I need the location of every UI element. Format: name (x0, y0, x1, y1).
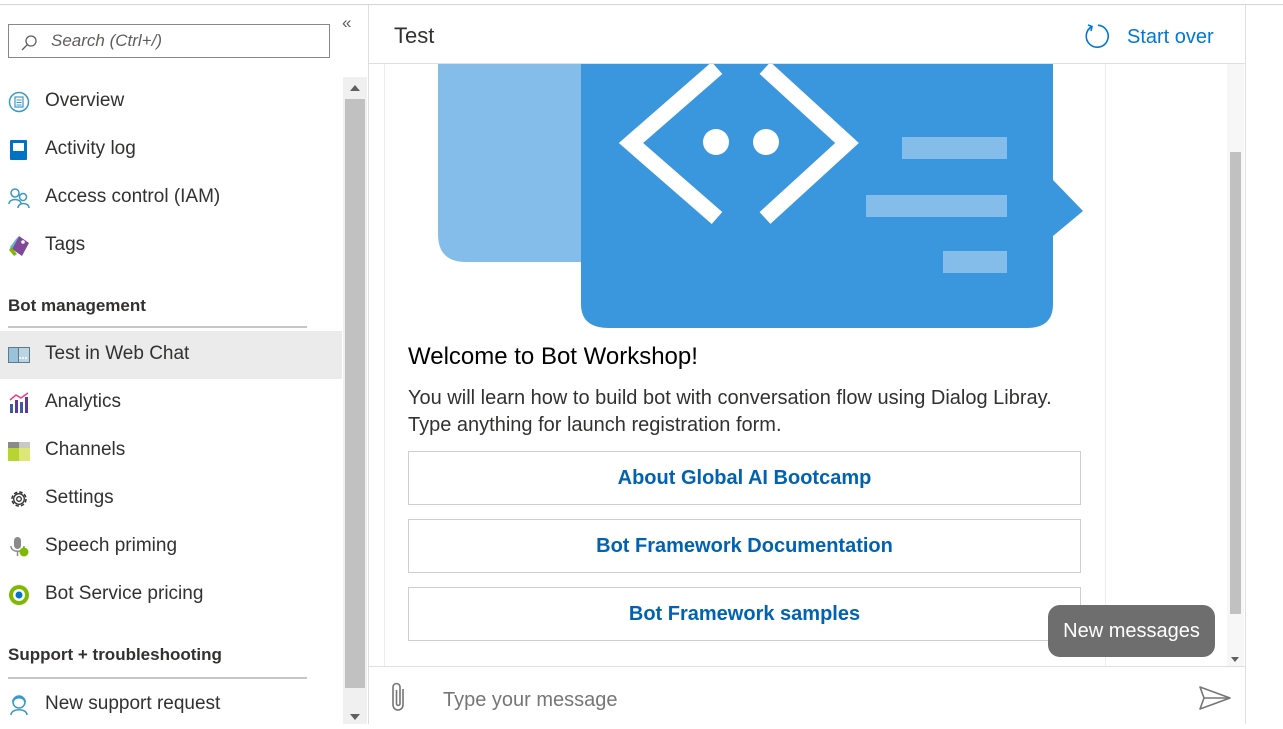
chat-scrollbar-thumb[interactable] (1230, 152, 1241, 614)
search-box[interactable] (8, 24, 330, 58)
scroll-up-arrow-icon[interactable] (350, 85, 360, 91)
message-input[interactable] (443, 687, 1163, 713)
menu-item-channels[interactable]: Channels (0, 427, 342, 475)
menu-item-label: Tags (45, 234, 86, 255)
scrollbar-thumb[interactable] (345, 99, 365, 688)
action-bot-framework-samples[interactable]: Bot Framework samples (408, 587, 1081, 641)
test-panel: Test Start over Welcome to Bot Workshop!… (369, 5, 1245, 724)
menu-item-activity-log[interactable]: Activity log (0, 126, 342, 174)
panel-title: Test (394, 23, 435, 48)
card-text: You will learn how to build bot with con… (408, 387, 1052, 436)
start-over-label: Start over (1127, 26, 1214, 48)
new-messages-button[interactable]: New messages (1048, 605, 1215, 657)
search-icon (21, 35, 37, 51)
pricing-icon (9, 585, 29, 605)
sidebar-scrollbar[interactable] (343, 77, 367, 724)
search-input[interactable] (51, 31, 321, 51)
refresh-icon (1085, 24, 1110, 48)
access-control-icon (8, 188, 30, 209)
section-divider (8, 326, 307, 328)
menu-item-label: Access control (IAM) (45, 186, 221, 207)
section-title-bot-management: Bot management (8, 296, 146, 315)
section-divider (8, 677, 307, 679)
gear-icon (11, 491, 27, 507)
menu-item-speech-priming[interactable]: Speech priming (0, 523, 342, 571)
activity-log-icon (10, 140, 27, 160)
menu-item-label: Bot Service pricing (45, 583, 204, 604)
menu-item-label: Activity log (45, 138, 136, 159)
overview-icon (8, 91, 30, 113)
menu-item-overview[interactable]: Overview (0, 78, 342, 126)
paperclip-icon[interactable] (389, 681, 409, 713)
bot-hero-image (438, 64, 1083, 328)
scroll-down-arrow-icon[interactable] (1231, 657, 1239, 662)
menu-item-label: Channels (45, 439, 126, 460)
chat-transcript[interactable]: Welcome to Bot Workshop! You will learn … (369, 64, 1245, 666)
panel-header: Test Start over (369, 5, 1245, 64)
menu-item-new-support-request[interactable]: New support request (0, 681, 342, 729)
web-chat-icon (8, 347, 30, 363)
menu-item-label: Test in Web Chat (45, 343, 190, 364)
message-composer (369, 666, 1245, 725)
menu-item-label: Speech priming (45, 535, 178, 556)
chat-scrollbar[interactable] (1227, 64, 1244, 666)
menu-item-bot-service-pricing[interactable]: Bot Service pricing (0, 571, 342, 619)
channels-icon (8, 442, 30, 461)
action-about-global-ai-bootcamp[interactable]: About Global AI Bootcamp (408, 451, 1081, 505)
menu-item-label: Overview (45, 90, 125, 111)
menu-item-access-control[interactable]: Access control (IAM) (0, 174, 342, 222)
support-request-icon (10, 695, 28, 716)
menu-item-tags[interactable]: Tags (0, 222, 342, 270)
menu-item-settings[interactable]: Settings (0, 475, 342, 523)
menu-item-label: Settings (45, 487, 114, 508)
menu-item-label: New support request (45, 693, 221, 714)
panel-divider (1245, 5, 1246, 724)
microphone-icon (10, 537, 29, 557)
analytics-icon (9, 392, 29, 413)
menu-item-test-in-web-chat[interactable]: Test in Web Chat (0, 331, 342, 379)
menu-item-label: Analytics (45, 391, 122, 412)
section-title-support: Support + troubleshooting (8, 645, 222, 664)
action-bot-framework-documentation[interactable]: Bot Framework Documentation (408, 519, 1081, 573)
collapse-menu-button[interactable]: « (342, 13, 351, 33)
menu-item-analytics[interactable]: Analytics (0, 379, 342, 427)
scroll-down-arrow-icon[interactable] (350, 714, 360, 720)
card-title: Welcome to Bot Workshop! (408, 343, 698, 370)
resource-menu: « Overview Activity log Access control (… (0, 5, 368, 724)
send-icon[interactable] (1198, 685, 1232, 711)
tag-icon (9, 236, 29, 256)
